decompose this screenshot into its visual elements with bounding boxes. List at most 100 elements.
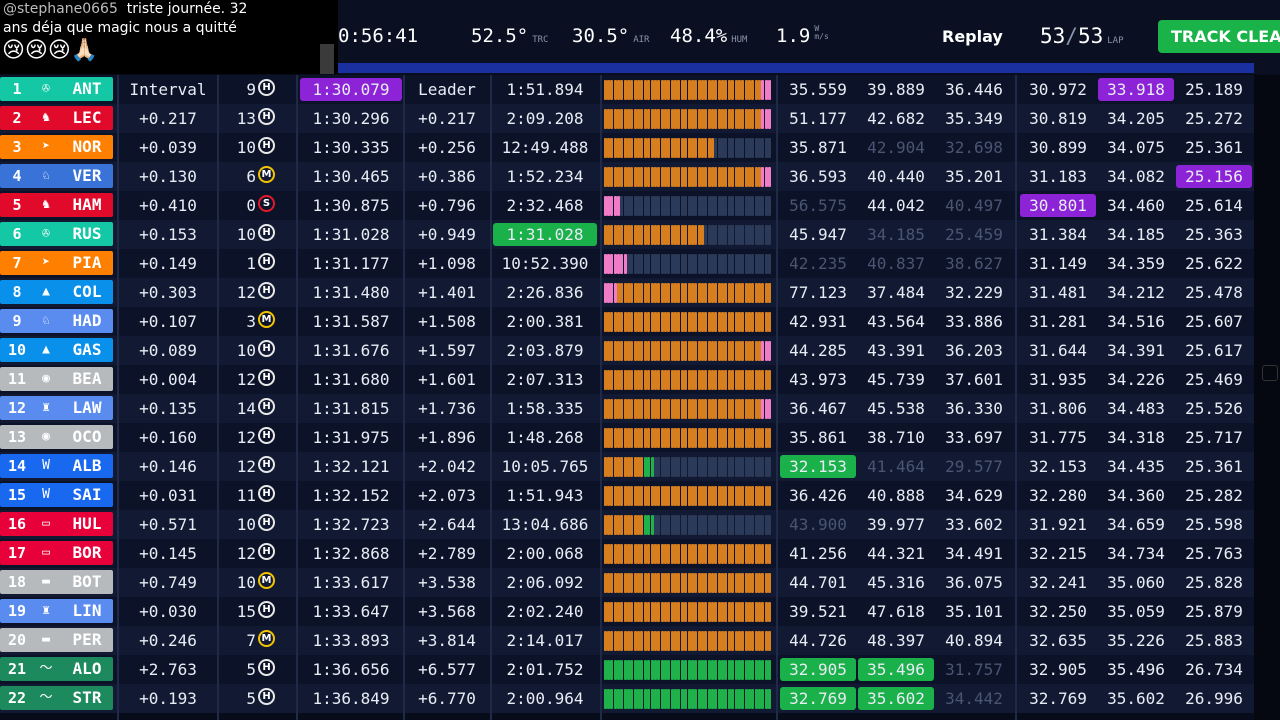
sector1-cell: 42.235 <box>789 254 847 273</box>
mini-sector-bar <box>647 225 650 245</box>
gap-cell: +6.770 <box>418 689 476 708</box>
mini-sectors <box>604 80 772 100</box>
mini-sectors <box>604 196 772 216</box>
table-row[interactable]: 19 ♜ LIN +0.030 15 H 1:33.647 +3.568 2:02.240… <box>0 597 1254 626</box>
mini-sector-bar <box>768 428 771 448</box>
best-lap-cell: 1:36.849 <box>312 689 390 708</box>
table-row[interactable]: 1 ✇ ANT Interval 9 H 1:30.079 Leader 1:51.894… <box>0 75 1254 104</box>
mini-sector-bar <box>768 167 771 187</box>
table-row[interactable]: 15 W SAI +0.031 11 H 1:32.152 +2.073 1:51.943… <box>0 481 1254 510</box>
position-box: 19 ♜ LIN <box>0 599 113 623</box>
mini-sector-bar <box>610 312 613 332</box>
interval-cell: +0.107 <box>139 312 197 331</box>
best-sector3-cell: 25.883 <box>1185 631 1243 650</box>
mini-sector-bar <box>667 573 670 593</box>
table-row[interactable]: 13 ◉ OCO +0.160 12 H 1:31.975 +1.896 1:48.268… <box>0 423 1254 452</box>
mini-sector-bar <box>704 660 707 680</box>
mini-sectors <box>604 341 772 361</box>
best-lap-cell: 1:33.617 <box>312 573 390 592</box>
last-lap-cell: 2:03.879 <box>506 341 584 360</box>
mini-sector-bar <box>724 167 727 187</box>
table-row[interactable]: 9 ♘ HAD +0.107 3 M 1:31.587 +1.508 2:00.381 42… <box>0 307 1254 336</box>
table-row[interactable]: 20 ▬ PER +0.246 7 M 1:33.893 +3.814 2:14.017 4… <box>0 626 1254 655</box>
table-row[interactable]: 4 ♘ VER +0.130 6 M 1:30.465 +0.386 1:52.234 36… <box>0 162 1254 191</box>
mini-sector-bar <box>610 631 613 651</box>
mini-sector-bar <box>731 138 734 158</box>
mini-sector-bar <box>677 80 680 100</box>
stint-laps: 3 <box>246 312 256 331</box>
table-row[interactable]: 3 ➤ NOR +0.039 10 H 1:30.335 +0.256 12:49.488… <box>0 133 1254 162</box>
mini-sector-bar <box>724 341 727 361</box>
mini-sector-bar <box>630 399 633 419</box>
stint-laps: 15 <box>236 602 256 621</box>
best-sector2-cell: 34.391 <box>1107 341 1165 360</box>
sector2-cell: 45.739 <box>867 370 925 389</box>
mini-sector-bar <box>751 283 754 303</box>
mini-sector-bar <box>667 109 670 129</box>
team-logo-icon: ➤ <box>42 255 50 270</box>
mini-sector-bar <box>761 283 764 303</box>
table-row[interactable]: 18 ▬ BOT +0.749 10 M 1:33.617 +3.538 2:06.092… <box>0 568 1254 597</box>
table-row[interactable]: 21 〜 ALO +2.763 5 H 1:36.656 +6.577 2:01.752 3… <box>0 655 1254 684</box>
mini-sector-bar <box>640 602 643 622</box>
mini-sector-bar <box>694 225 697 245</box>
best-sector3-cell: 25.617 <box>1185 341 1243 360</box>
mini-sector-bar <box>657 370 660 390</box>
mini-sector-bar <box>640 660 643 680</box>
mini-sector-bar <box>768 631 771 651</box>
table-row[interactable]: 8 ▲ COL +0.303 12 H 1:31.480 +1.401 2:26.836 7… <box>0 278 1254 307</box>
stint-laps: 5 <box>246 660 256 679</box>
mini-sector-bar <box>640 544 643 564</box>
table-row[interactable]: 2 ♞ LEC +0.217 13 H 1:30.296 +0.217 2:09.208 5… <box>0 104 1254 133</box>
table-row[interactable]: 22 〜 STR +0.193 5 H 1:36.849 +6.770 2:00.964 3… <box>0 684 1254 713</box>
mini-sector-bar <box>731 631 734 651</box>
position-number: 21 <box>7 660 27 678</box>
table-row[interactable]: 14 W ALB +0.146 12 H 1:32.121 +2.042 10:05.76… <box>0 452 1254 481</box>
driver-code: SAI <box>72 485 102 504</box>
mini-sector-bar <box>647 283 650 303</box>
best-sector1-cell: 32.241 <box>1029 573 1087 592</box>
mini-sector-bar <box>751 457 754 477</box>
mini-sectors <box>604 602 772 622</box>
track-status-button[interactable]: TRACK CLEAR <box>1158 20 1280 53</box>
table-row[interactable]: 11 ◉ BEA +0.004 12 H 1:31.680 +1.601 2:07.313… <box>0 365 1254 394</box>
table-row[interactable]: 6 ✇ RUS +0.153 10 H 1:31.028 +0.949 1:31.028 4… <box>0 220 1254 249</box>
mini-sector-bar <box>667 254 670 274</box>
mini-sector-bar <box>731 196 734 216</box>
mini-sector-bar <box>714 196 717 216</box>
interval-cell: +2.763 <box>139 660 197 679</box>
table-row[interactable]: 10 ▲ GAS +0.089 10 H 1:31.676 +1.597 2:03.879… <box>0 336 1254 365</box>
mini-sector-bar <box>731 689 734 709</box>
mini-sector-bar <box>667 341 670 361</box>
mini-sector-bar <box>630 602 633 622</box>
table-row[interactable]: 12 ♜ LAW +0.135 14 H 1:31.815 +1.736 1:58.335… <box>0 394 1254 423</box>
team-logo-icon: ♘ <box>42 313 50 328</box>
mini-sector-bar <box>694 312 697 332</box>
mini-sector-bar <box>620 486 623 506</box>
mini-sector-bar <box>630 196 633 216</box>
mini-sector-bar <box>761 631 764 651</box>
table-row[interactable]: 5 ♞ HAM +0.410 0 S 1:30.875 +0.796 2:32.468 56… <box>0 191 1254 220</box>
mini-sector-bar <box>768 544 771 564</box>
chat-scrollbar[interactable] <box>320 44 334 74</box>
mini-sector-bar <box>724 602 727 622</box>
mini-sector-bar <box>751 428 754 448</box>
mini-sector-bar <box>667 689 670 709</box>
best-sector3-cell: 25.156 <box>1176 165 1252 188</box>
best-sector2-cell: 33.918 <box>1098 78 1174 101</box>
table-row[interactable]: 7 ➤ PIA +0.149 1 H 1:31.177 +1.098 10:52.390 4… <box>0 249 1254 278</box>
table-row[interactable]: 17 ▭ BOR +0.145 12 H 1:32.868 +2.789 2:00.068… <box>0 539 1254 568</box>
mini-sector-bar <box>724 631 727 651</box>
mini-sector-bar <box>714 283 717 303</box>
mini-sector-bar <box>751 109 754 129</box>
position-number: 17 <box>7 544 27 562</box>
table-row[interactable]: 16 ▭ HUL +0.571 10 H 1:32.723 +2.644 13:04.68… <box>0 510 1254 539</box>
best-sector3-cell: 25.879 <box>1185 602 1243 621</box>
mini-sector-bar <box>684 196 687 216</box>
mini-sector-bar <box>630 370 633 390</box>
best-sector3-cell: 25.763 <box>1185 544 1243 563</box>
replay-label[interactable]: Replay <box>942 27 1003 46</box>
tyre-compound-icon: H <box>258 224 275 241</box>
sector1-cell: 43.900 <box>789 515 847 534</box>
mini-sector-bar <box>677 602 680 622</box>
